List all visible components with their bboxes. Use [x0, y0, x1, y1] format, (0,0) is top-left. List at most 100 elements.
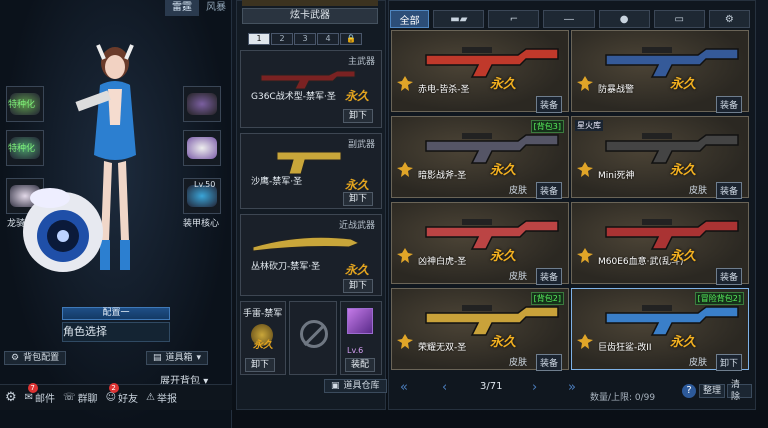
tab-thunder[interactable]: 雷霆 [165, 0, 199, 16]
secondary-weapon-slot[interactable]: 副武器 沙鹰-禁军·圣 永久 卸下 [240, 133, 382, 209]
pistol-icon: ⌐ [509, 13, 519, 25]
mail-button[interactable]: ✉ 7 邮件 [22, 382, 58, 409]
bag-tab-4[interactable]: 4 [317, 33, 339, 45]
grenade-slot[interactable]: 手雷-禁军 永久 卸下 [240, 301, 286, 375]
equip-header: 炫卡武器 [242, 8, 378, 24]
unequip-button[interactable]: 卸下 [245, 358, 275, 372]
card-action-button[interactable]: 装备 [535, 268, 562, 285]
filter-rifle-tab[interactable]: ▬▰ [433, 10, 485, 28]
tab-storm[interactable]: 风暴 [199, 0, 233, 16]
item-warehouse-button[interactable]: ▣ 道具仓库 [324, 379, 387, 393]
card-actions: 装备 [535, 96, 562, 113]
clear-button[interactable]: 清除 [727, 380, 752, 402]
card-tag: 星火库 [575, 120, 603, 131]
rank-emblem-icon [577, 76, 593, 91]
chat-icon: ☏ [63, 392, 76, 403]
skill-slot-5[interactable] [183, 130, 221, 166]
card-action-button[interactable]: 皮肤 [506, 268, 530, 285]
report-button[interactable]: ⚠ 举报 [143, 387, 180, 409]
help-icon[interactable]: ? [682, 384, 696, 398]
preset-button[interactable]: 配置一 [62, 307, 170, 320]
permanent-label: 永久 [490, 249, 517, 264]
weapon-name: 防暴战警 [598, 85, 635, 95]
group-chat-button[interactable]: ☏ 群聊 [60, 387, 101, 409]
mail-label: 邮件 [35, 394, 56, 405]
card-action-button[interactable]: 卸下 [715, 354, 742, 371]
card-action-button[interactable]: 装备 [715, 268, 742, 285]
unequip-button[interactable]: 卸下 [343, 279, 373, 293]
inventory-card[interactable]: [背包2] 荣耀无双-圣 永久 皮肤 装备 [391, 288, 569, 371]
lock-icon[interactable]: 🔒 [340, 33, 362, 45]
inventory-card[interactable]: 凶神白虎-圣 永久 皮肤 装备 [391, 202, 569, 285]
bag-tab-3[interactable]: 3 [294, 33, 316, 45]
rifle-icon: ▬▰ [450, 13, 468, 25]
filter-pistol-tab[interactable]: ⌐ [488, 10, 540, 28]
friends-button[interactable]: ☺ 2 好友 [103, 382, 141, 409]
inventory-card[interactable]: 防暴战警 永久 装备 [571, 30, 749, 113]
card-action-button[interactable]: 皮肤 [506, 182, 530, 199]
extra-item-slot[interactable]: Lv.6 装配 [340, 301, 382, 375]
weapon-name: G36C战术型-禁军·圣 [251, 92, 336, 102]
permanent-label: 永久 [345, 89, 370, 103]
card-action-button[interactable]: 装备 [715, 96, 742, 113]
card-action-button[interactable]: 装备 [535, 96, 562, 113]
role-select-button[interactable]: 角色选择 [62, 322, 170, 342]
weapon-name: 荣耀无双-圣 [418, 343, 467, 353]
card-action-button[interactable]: 皮肤 [686, 182, 710, 199]
item-box-button[interactable]: ▤ 道具箱 ▾ [146, 351, 209, 365]
prev-page-button[interactable]: ‹ [442, 380, 447, 395]
bag-tab-2[interactable]: 2 [271, 33, 293, 45]
orb-icon [187, 137, 217, 159]
chevron-down-icon: ▾ [196, 353, 202, 363]
last-page-button[interactable]: » [568, 380, 576, 395]
settings-button[interactable]: ⚙ [2, 387, 20, 409]
card-action-button[interactable]: 装备 [535, 354, 562, 371]
inventory-card[interactable]: [冒险背包2] 巨齿狂鲨-改II 永久 皮肤 卸下 [571, 288, 749, 371]
slot-label: 特种化 [8, 100, 36, 110]
filter-special-tab[interactable]: ▭ [653, 10, 705, 28]
slot-category: 主武器 [347, 57, 375, 67]
primary-weapon-slot[interactable]: 主武器 G36C战术型-禁军·圣 永久 卸下 [240, 50, 382, 128]
card-action-button[interactable]: 皮肤 [506, 354, 530, 371]
inventory-card[interactable]: 星火库 Mini死神 永久 皮肤 装备 [571, 116, 749, 199]
melee-weapon-slot[interactable]: 近战武器 丛林砍刀-禁军·圣 永久 卸下 [240, 214, 382, 296]
weapon-name: 沙鹰-禁军·圣 [251, 177, 303, 187]
weapon-name: 丛林砍刀-禁军·圣 [251, 262, 321, 272]
filter-all-tab[interactable]: 全部 [390, 10, 430, 28]
bag-tab-1[interactable]: 1 [248, 33, 270, 45]
unequip-button[interactable]: 卸下 [343, 109, 373, 123]
inventory-card[interactable]: 赤电-皆杀-圣 永久装备 [391, 30, 569, 113]
bag-config-button[interactable]: ⚙ 背包配置 [4, 351, 67, 365]
game-inventory-screen: 雷霆 风暴 特种化 特种化 龙骑兵 Lv.50 装甲核心 配置一 角色选择 ⚙ 背… [0, 0, 768, 428]
gear-icon: ⚙ [5, 390, 17, 405]
weapon-name: 赤电-皆杀-圣 [418, 85, 470, 95]
gear-icon: ⚙ [11, 353, 20, 363]
mode-tabs: 雷霆 风暴 [165, 0, 233, 16]
next-page-button[interactable]: › [532, 380, 537, 395]
card-action-button[interactable]: 装备 [715, 182, 742, 199]
report-label: 举报 [156, 394, 177, 405]
filter-grenade-tab[interactable]: ● [598, 10, 650, 28]
equip-button[interactable]: 装配 [345, 358, 375, 372]
filter-bar: 全部 ▬▰ ⌐ ― ● ▭ ⚙ [390, 8, 750, 30]
card-action-button[interactable]: 装备 [535, 182, 562, 199]
weapon-name: Mini死神 [598, 171, 635, 181]
top-tab-strip [242, 0, 378, 6]
skill-slot-4[interactable] [183, 86, 221, 122]
empty-slot[interactable] [289, 301, 337, 375]
card-actions: 皮肤 装备 [506, 354, 562, 371]
card-actions: 皮肤 卸下 [686, 354, 742, 371]
permanent-label: 永久 [490, 77, 517, 92]
sort-button[interactable]: 整理 [699, 384, 726, 398]
box-icon: ▤ [153, 353, 162, 363]
card-action-button[interactable]: 皮肤 [686, 354, 710, 371]
inventory-card[interactable]: M60E6血意·武(乱斗) 永久 装备 [571, 202, 749, 285]
rank-emblem-icon [577, 334, 593, 349]
no-entry-icon [300, 320, 328, 348]
unequip-button[interactable]: 卸下 [343, 192, 373, 206]
inventory-card[interactable]: [背包3] 暗影战斧-圣 永久 皮肤 装备 [391, 116, 569, 199]
filter-melee-tab[interactable]: ― [543, 10, 595, 28]
first-page-button[interactable]: « [400, 380, 408, 395]
slot-label: 装甲核心 [183, 219, 220, 229]
filter-settings-tab[interactable]: ⚙ [708, 10, 750, 28]
